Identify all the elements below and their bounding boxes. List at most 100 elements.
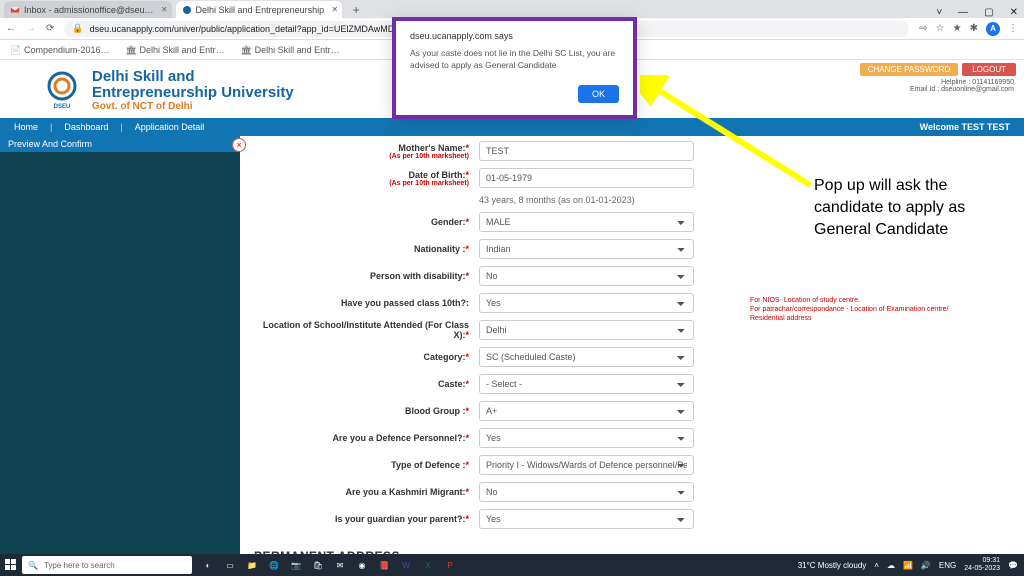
browser-tab[interactable]: Inbox - admissionoffice@dseu… ✕ xyxy=(4,1,172,18)
alert-message: As your caste does not lie in the Delhi … xyxy=(410,47,619,71)
start-button[interactable] xyxy=(0,559,22,571)
alert-host: dseu.ucanapply.com says xyxy=(410,31,619,41)
gender-select[interactable]: MALE xyxy=(479,212,694,232)
alert-ok-button[interactable]: OK xyxy=(578,85,619,103)
chevron-down-icon[interactable]: ˅ xyxy=(936,7,942,18)
mail-icon[interactable]: ✉ xyxy=(332,557,348,573)
back-icon[interactable]: ← xyxy=(6,23,16,34)
age-note: 43 years, 8 months (as on 01-01-2023) xyxy=(479,195,635,205)
explorer-icon[interactable]: 📁 xyxy=(244,557,260,573)
edge-icon[interactable]: 🌐 xyxy=(266,557,282,573)
nationality-label: Nationality :* xyxy=(254,244,479,254)
site-icon: 🏛 xyxy=(126,45,136,55)
brand-line2: Entrepreneurship University xyxy=(92,85,294,101)
new-tab-button[interactable]: + xyxy=(348,2,364,18)
search-placeholder: Type here to search xyxy=(44,561,115,570)
dob-label: Date of Birth:*(As per 10th marksheet) xyxy=(254,170,479,187)
tab-title: Delhi Skill and Entrepreneurship xyxy=(196,5,325,15)
chrome-icon[interactable]: ◉ xyxy=(354,557,370,573)
bookmark-item[interactable]: 📄Compendium-2016… xyxy=(10,45,110,55)
tray-chevron-icon[interactable]: ˄ xyxy=(874,561,879,570)
wifi-icon[interactable]: 📶 xyxy=(903,561,913,570)
defence-select[interactable]: Yes xyxy=(479,428,694,448)
minimize-icon[interactable]: — xyxy=(958,7,968,18)
sidebar-title: Preview And Confirm xyxy=(0,136,240,152)
cortana-icon[interactable]: ◐ xyxy=(200,557,216,573)
js-alert: dseu.ucanapply.com says As your caste do… xyxy=(392,17,637,119)
blood-label: Blood Group :* xyxy=(254,406,479,416)
volume-icon[interactable]: 🔊 xyxy=(921,561,931,570)
browser-tab-strip: Inbox - admissionoffice@dseu… ✕ Delhi Sk… xyxy=(0,0,1024,18)
tab-title: Inbox - admissionoffice@dseu… xyxy=(24,5,154,15)
caste-select[interactable]: - Select - xyxy=(479,374,694,394)
taskbar-apps: ◐ ▭ 📁 🌐 📷 🛍 ✉ ◉ 📕 W X P xyxy=(200,557,458,573)
excel-icon[interactable]: X xyxy=(420,557,436,573)
forward-icon[interactable]: → xyxy=(26,23,36,34)
site-favicon xyxy=(182,5,192,15)
annotation-arrow xyxy=(640,75,820,195)
window-controls: ˅ — ▢ ✕ xyxy=(936,7,1024,18)
brand-line1: Delhi Skill and xyxy=(92,69,294,85)
bookmark-item[interactable]: 🏛Delhi Skill and Entr… xyxy=(126,45,225,55)
puzzle-icon[interactable]: ✱ xyxy=(970,23,978,34)
navbar: Home| Dashboard| Application Detail Welc… xyxy=(0,118,1024,136)
bookmark-icon[interactable]: ☆ xyxy=(936,23,945,34)
nav-dashboard[interactable]: Dashboard xyxy=(58,122,114,132)
passed10-select[interactable]: Yes xyxy=(479,293,694,313)
logout-button[interactable]: LOGOUT xyxy=(962,63,1016,76)
site-icon: 🏛 xyxy=(241,45,251,55)
gender-label: Gender:* xyxy=(254,217,479,227)
nationality-select[interactable]: Indian xyxy=(479,239,694,259)
camera-icon[interactable]: 📷 xyxy=(288,557,304,573)
share-icon[interactable]: ⇨ xyxy=(919,23,927,34)
category-select[interactable]: SC (Scheduled Caste) xyxy=(479,347,694,367)
close-icon[interactable]: ✕ xyxy=(331,5,338,14)
kebab-icon[interactable]: ⋮ xyxy=(1008,23,1018,34)
school-loc-label: Location of School/Institute Attended (F… xyxy=(254,320,479,340)
kashmiri-select[interactable]: No xyxy=(479,482,694,502)
pwd-label: Person with disability:* xyxy=(254,271,479,281)
defence-label: Are you a Defence Personnel?:* xyxy=(254,433,479,443)
passed10-label: Have you passed class 10th?: xyxy=(254,298,479,308)
language-indicator[interactable]: ENG xyxy=(939,561,956,570)
school-loc-select[interactable]: Delhi xyxy=(479,320,694,340)
taskbar: 🔍 Type here to search ◐ ▭ 📁 🌐 📷 🛍 ✉ ◉ 📕 … xyxy=(0,554,1024,576)
search-icon: 🔍 xyxy=(28,561,38,570)
onedrive-icon[interactable]: ☁ xyxy=(887,561,895,570)
taskbar-search[interactable]: 🔍 Type here to search xyxy=(22,556,192,574)
gmail-icon xyxy=(10,5,20,15)
defence-type-select[interactable]: Priority I - Widows/Wards of Defence per… xyxy=(479,455,694,475)
bookmark-item[interactable]: 🏛Delhi Skill and Entr… xyxy=(241,45,340,55)
store-icon[interactable]: 🛍 xyxy=(310,557,326,573)
guardian-select[interactable]: Yes xyxy=(479,509,694,529)
notifications-icon[interactable]: 💬 xyxy=(1008,561,1018,570)
change-password-button[interactable]: CHANGE PASSWORD xyxy=(860,63,959,76)
annotation-text: Pop up will ask the candidate to apply a… xyxy=(814,175,1004,241)
task-view-icon[interactable]: ▭ xyxy=(222,557,238,573)
nav-application-detail[interactable]: Application Detail xyxy=(129,122,211,132)
svg-text:DSEU: DSEU xyxy=(54,104,71,110)
maximize-icon[interactable]: ▢ xyxy=(984,7,993,18)
pwd-select[interactable]: No xyxy=(479,266,694,286)
blood-select[interactable]: A+ xyxy=(479,401,694,421)
weather-widget[interactable]: 31°C Mostly cloudy xyxy=(798,561,867,570)
page-root: CHANGE PASSWORD LOGOUT Helpline : 011411… xyxy=(0,60,1024,576)
reload-icon[interactable]: ⟳ xyxy=(46,23,54,34)
school-loc-note: For NIOS- Location of study centre. For … xyxy=(750,296,980,323)
powerpoint-icon[interactable]: P xyxy=(442,557,458,573)
lock-icon: 🔒 xyxy=(72,23,83,34)
sidebar: Preview And Confirm × xyxy=(0,136,240,576)
nav-home[interactable]: Home xyxy=(8,122,44,132)
mother-name-label: Mother's Name:*(As per 10th marksheet) xyxy=(254,143,479,160)
dseu-logo: DSEU xyxy=(40,68,84,112)
pdf-icon[interactable]: 📕 xyxy=(376,557,392,573)
extensions-icon[interactable]: ★ xyxy=(953,23,962,34)
system-tray: 31°C Mostly cloudy ˄ ☁ 📶 🔊 ENG 09:31 24-… xyxy=(798,557,1024,573)
close-icon[interactable]: ✕ xyxy=(161,5,168,14)
profile-avatar[interactable]: A xyxy=(986,22,1000,36)
word-icon[interactable]: W xyxy=(398,557,414,573)
browser-tab-active[interactable]: Delhi Skill and Entrepreneurship ✕ xyxy=(176,1,343,18)
category-label: Category:* xyxy=(254,352,479,362)
clock[interactable]: 09:31 24-05-2023 xyxy=(964,557,1000,573)
close-window-icon[interactable]: ✕ xyxy=(1010,7,1018,18)
